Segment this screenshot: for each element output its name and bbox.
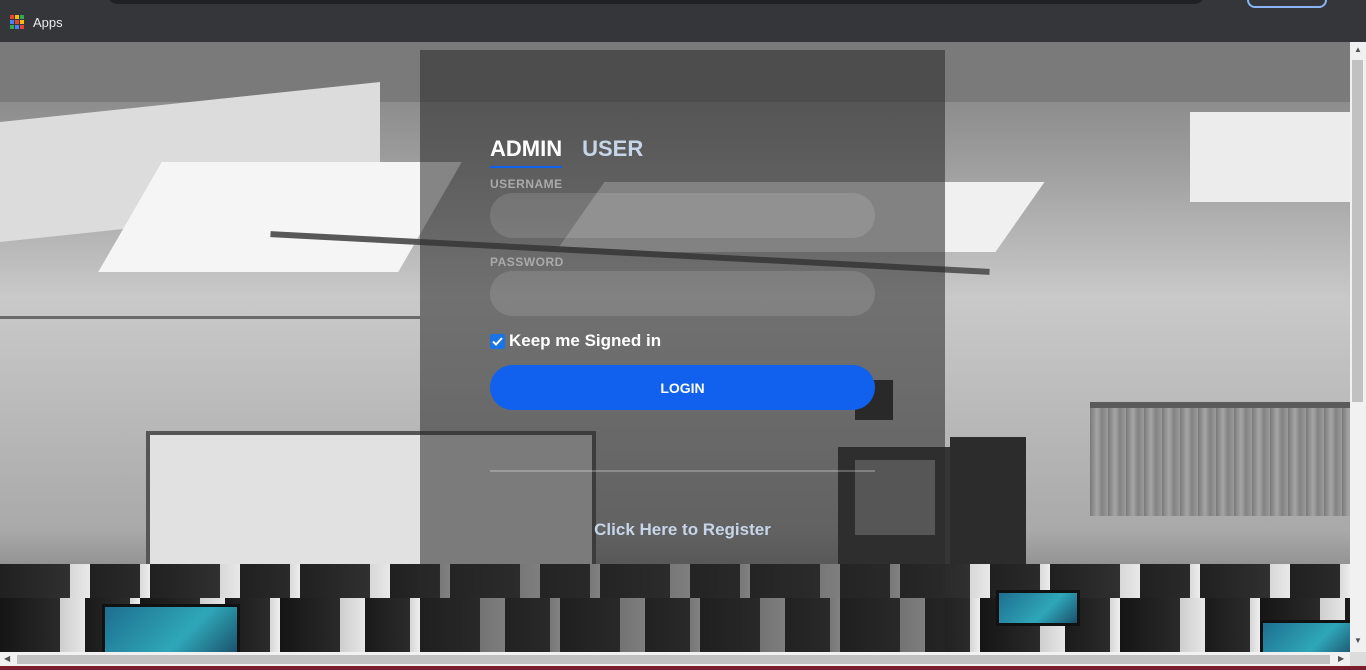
password-input[interactable] bbox=[490, 271, 875, 316]
username-input[interactable] bbox=[490, 193, 875, 238]
login-panel: ADMIN USER USERNAME PASSWORD Keep me Sig… bbox=[420, 50, 945, 652]
keep-signed-in-label: Keep me Signed in bbox=[509, 331, 662, 350]
scrollbar-corner bbox=[1350, 652, 1366, 666]
keep-signed-in[interactable]: Keep me Signed in bbox=[490, 331, 661, 351]
arrow-up-icon[interactable]: ▲ bbox=[1354, 46, 1362, 54]
vertical-scrollbar-thumb[interactable] bbox=[1352, 60, 1363, 402]
browser-toolbar: Apps bbox=[0, 0, 1366, 42]
arrow-down-icon[interactable]: ▼ bbox=[1354, 637, 1362, 645]
checkmark-icon bbox=[492, 336, 503, 346]
tab-user[interactable]: USER bbox=[582, 136, 643, 168]
login-tabs: ADMIN USER bbox=[490, 136, 643, 168]
tab-admin[interactable]: ADMIN bbox=[490, 136, 563, 168]
password-label: PASSWORD bbox=[490, 255, 564, 269]
profile-button[interactable] bbox=[1247, 0, 1327, 8]
taskbar-edge bbox=[0, 666, 1366, 670]
apps-grid-icon bbox=[10, 15, 24, 29]
arrow-right-icon[interactable]: ▶ bbox=[1338, 655, 1344, 663]
page-viewport: ADMIN USER USERNAME PASSWORD Keep me Sig… bbox=[0, 42, 1350, 652]
arrow-left-icon[interactable]: ◀ bbox=[4, 655, 10, 663]
apps-label: Apps bbox=[33, 14, 63, 30]
keep-signed-in-checkbox[interactable] bbox=[490, 333, 505, 349]
register-link[interactable]: Click Here to Register bbox=[490, 520, 875, 540]
login-button[interactable]: LOGIN bbox=[490, 365, 875, 410]
horizontal-scrollbar-thumb[interactable] bbox=[17, 655, 1330, 664]
address-bar[interactable] bbox=[108, 0, 1204, 4]
username-label: USERNAME bbox=[490, 177, 563, 191]
apps-bookmark[interactable]: Apps bbox=[10, 10, 63, 34]
divider bbox=[490, 470, 875, 472]
